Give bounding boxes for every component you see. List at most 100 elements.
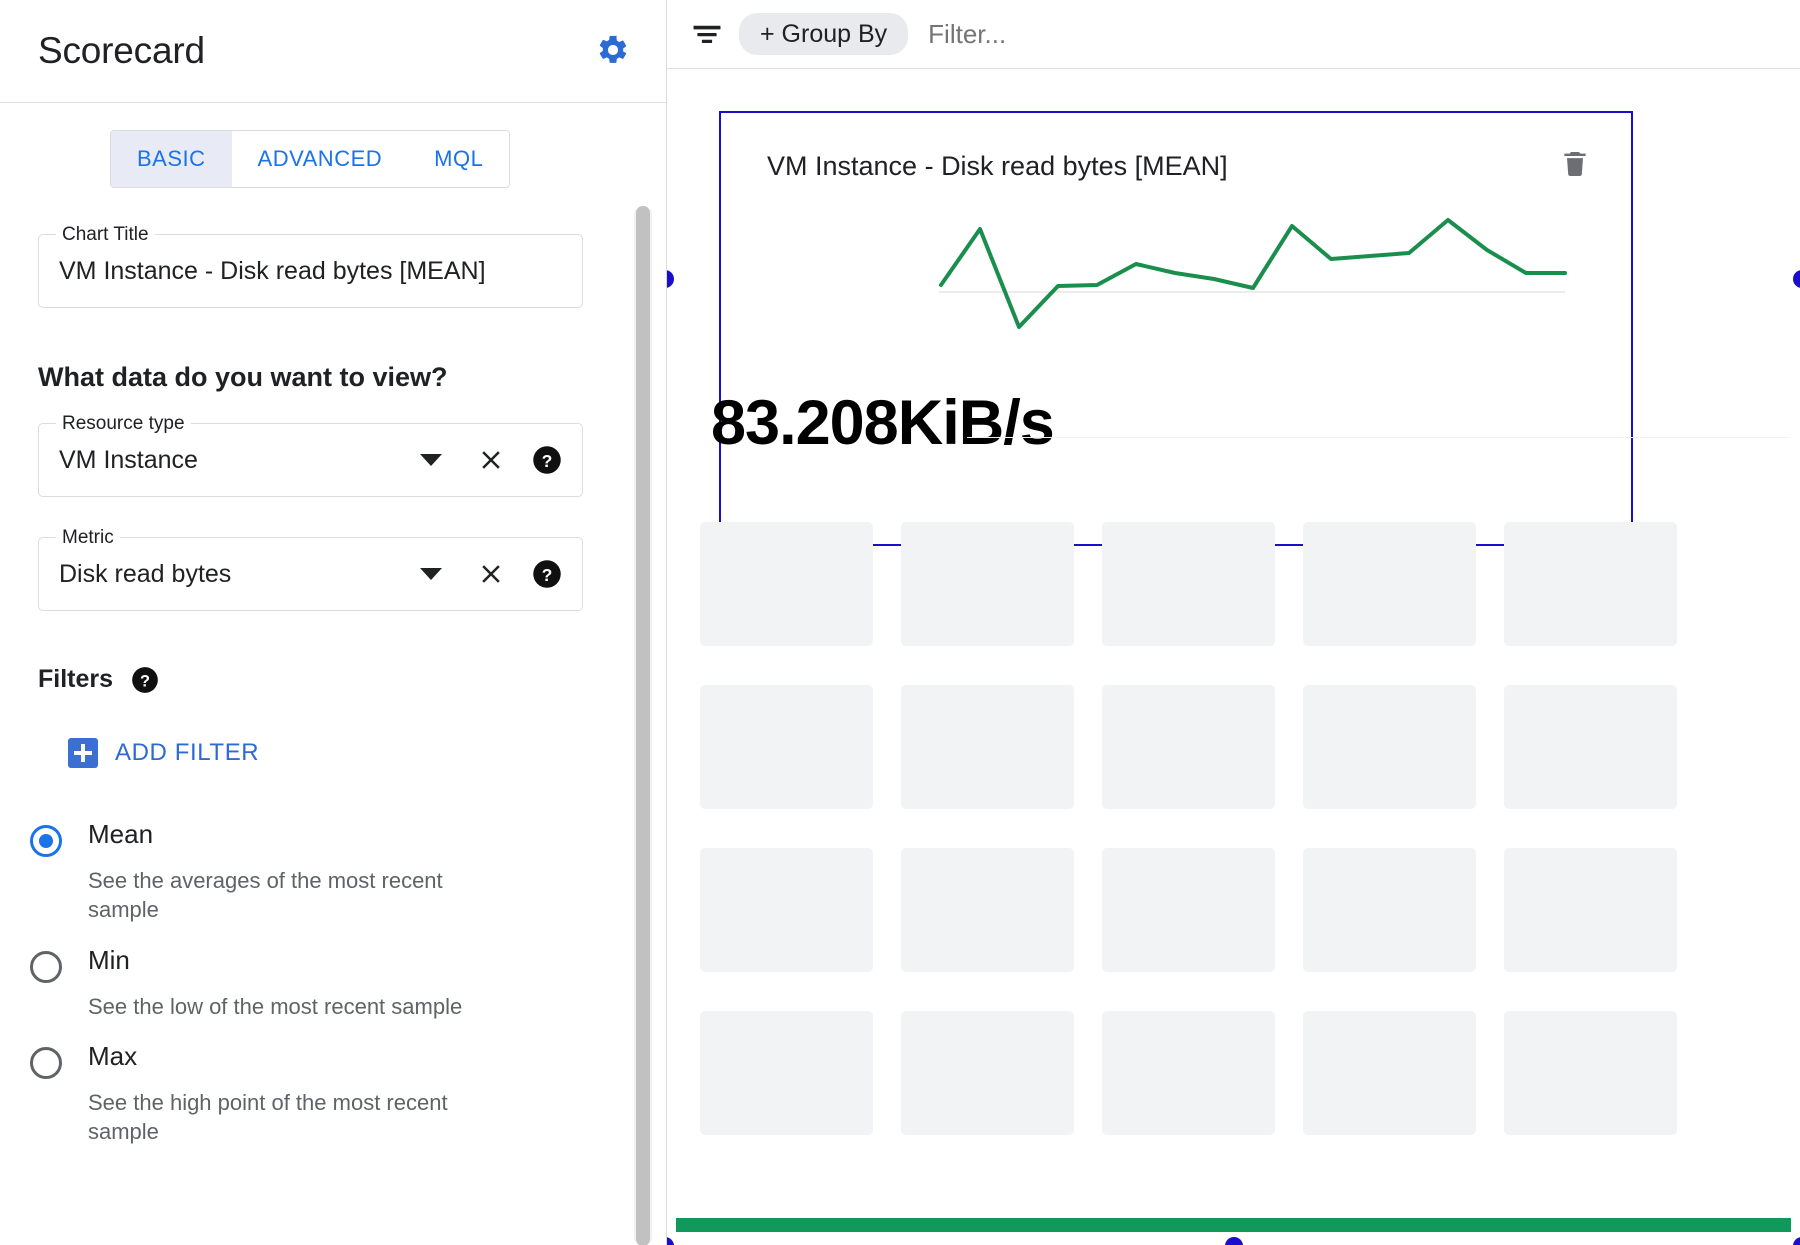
radio-desc-mean: See the averages of the most recent samp…: [88, 868, 443, 923]
resource-type-field-wrap: Resource type VM Instance ?: [38, 413, 583, 497]
chart-title-label: Chart Title: [56, 224, 155, 246]
value-divider: [967, 437, 1790, 438]
resize-handle-right[interactable]: [1793, 270, 1800, 288]
tab-advanced[interactable]: ADVANCED: [231, 131, 409, 187]
placeholder-tile[interactable]: [700, 522, 873, 646]
panel-header: Scorecard: [0, 0, 666, 103]
mode-tabs-container: BASIC ADVANCED MQL: [0, 103, 630, 188]
placeholder-tile[interactable]: [700, 685, 873, 809]
plus-square-icon: [68, 738, 98, 768]
chart-title-value: VM Instance - Disk read bytes [MEAN]: [59, 256, 486, 285]
filters-header: Filters ?: [38, 665, 630, 694]
chart-title-input[interactable]: Chart Title VM Instance - Disk read byte…: [38, 224, 583, 308]
settings-gear-button[interactable]: [591, 29, 635, 73]
radio-option-max[interactable]: Max: [30, 1040, 630, 1079]
tab-basic[interactable]: BASIC: [111, 131, 232, 187]
aggregation-radio-group: Mean See the averages of the most recent…: [30, 819, 630, 1147]
placeholder-tile[interactable]: [1504, 848, 1677, 972]
filter-lines-icon[interactable]: [689, 16, 725, 52]
help-circle-icon[interactable]: ?: [131, 666, 159, 694]
sparkline-svg: [939, 218, 1567, 329]
resize-handle-bottom-right[interactable]: [1793, 1237, 1800, 1245]
add-filter-button[interactable]: ADD FILTER: [68, 738, 259, 768]
sparkline-chart: [937, 199, 1567, 349]
radio-icon: [30, 950, 62, 983]
trash-icon: [1559, 148, 1591, 183]
sparkline-path: [939, 218, 1567, 329]
placeholder-tile[interactable]: [1504, 1011, 1677, 1135]
placeholder-tile-grid: [700, 522, 1790, 1174]
resource-type-label: Resource type: [56, 413, 191, 435]
close-x-icon[interactable]: [476, 559, 506, 589]
placeholder-tile[interactable]: [1303, 1011, 1476, 1135]
placeholder-tile[interactable]: [901, 685, 1074, 809]
tile-row: [700, 1011, 1790, 1135]
svg-text:?: ?: [542, 565, 553, 585]
placeholder-tile[interactable]: [1102, 848, 1275, 972]
radio-desc-max: See the high point of the most recent sa…: [88, 1089, 448, 1144]
tile-row: [700, 685, 1790, 809]
metric-value: Disk read bytes: [59, 559, 232, 588]
placeholder-tile[interactable]: [1102, 685, 1275, 809]
scorecard-editor-page: Scorecard BASIC ADVANCED MQL Chart Title…: [0, 0, 1800, 1245]
mode-tabs: BASIC ADVANCED MQL: [110, 130, 511, 188]
placeholder-tile[interactable]: [901, 1011, 1074, 1135]
resource-type-value: VM Instance: [59, 445, 198, 474]
resize-handle-left[interactable]: [667, 270, 674, 288]
radio-desc-min: See the low of the most recent sample: [88, 993, 463, 1019]
add-filter-label: ADD FILTER: [115, 739, 260, 766]
scorecard-value: 83.208KiB/s: [711, 388, 1055, 458]
aggregation-option-mean-block: Mean See the averages of the most recent…: [30, 819, 630, 925]
radio-label-max: Max: [88, 1040, 138, 1071]
placeholder-tile[interactable]: [1504, 685, 1677, 809]
scorecard-accent-bar: [676, 1218, 1791, 1232]
metric-label: Metric: [56, 527, 120, 549]
placeholder-tile[interactable]: [1102, 522, 1275, 646]
gear-icon: [596, 33, 630, 70]
metric-field-wrap: Metric Disk read bytes ?: [38, 527, 583, 611]
tile-row: [700, 848, 1790, 972]
delete-widget-button[interactable]: [1555, 145, 1595, 185]
placeholder-tile[interactable]: [1303, 522, 1476, 646]
aggregation-option-min-block: Min See the low of the most recent sampl…: [30, 946, 630, 1021]
tab-mql[interactable]: MQL: [408, 131, 510, 187]
chevron-down-icon[interactable]: [420, 454, 442, 466]
config-scroll-area: BASIC ADVANCED MQL Chart Title VM Instan…: [0, 103, 666, 1244]
metric-select[interactable]: Metric Disk read bytes ?: [38, 527, 583, 611]
page-title: Scorecard: [38, 30, 205, 71]
resize-handle-bottom-left[interactable]: [667, 1237, 674, 1245]
svg-text:?: ?: [542, 451, 553, 471]
config-panel-scrollbar[interactable]: [634, 206, 652, 1245]
placeholder-tile[interactable]: [1504, 522, 1677, 646]
aggregation-option-max-block: Max See the high point of the most recen…: [30, 1040, 630, 1147]
placeholder-tile[interactable]: [901, 848, 1074, 972]
radio-label-mean: Mean: [88, 819, 154, 849]
tile-row: [700, 522, 1790, 646]
placeholder-tile[interactable]: [700, 848, 873, 972]
chevron-down-icon[interactable]: [420, 568, 442, 580]
filter-input[interactable]: [922, 10, 1800, 58]
help-circle-icon[interactable]: ?: [532, 559, 562, 589]
resize-handle-bottom-center[interactable]: [1224, 1237, 1243, 1245]
placeholder-tile[interactable]: [1303, 685, 1476, 809]
radio-option-min[interactable]: Min: [30, 946, 630, 983]
radio-icon: [30, 1046, 62, 1079]
placeholder-tile[interactable]: [1303, 848, 1476, 972]
group-by-button[interactable]: + Group By: [739, 13, 909, 55]
canvas-toolbar: + Group By: [667, 0, 1800, 69]
radio-option-mean[interactable]: Mean: [30, 819, 630, 857]
scrollbar-thumb[interactable]: [636, 206, 650, 1245]
dashboard-canvas-panel: + Group By VM Instance - Disk read bytes…: [667, 0, 1800, 1245]
placeholder-tile[interactable]: [700, 1011, 873, 1135]
placeholder-tile[interactable]: [901, 522, 1074, 646]
resource-type-select[interactable]: Resource type VM Instance ?: [38, 413, 583, 497]
placeholder-tile[interactable]: [1102, 1011, 1275, 1135]
help-circle-icon[interactable]: ?: [532, 445, 562, 475]
radio-icon: [30, 825, 62, 857]
widget-title: VM Instance - Disk read bytes [MEAN]: [767, 151, 1228, 181]
chart-title-field-wrap: Chart Title VM Instance - Disk read byte…: [38, 224, 583, 308]
data-section-heading: What data do you want to view?: [38, 362, 448, 392]
filters-label: Filters: [38, 665, 114, 693]
scorecard-config-panel: Scorecard BASIC ADVANCED MQL Chart Title…: [0, 0, 667, 1245]
close-x-icon[interactable]: [476, 445, 506, 475]
